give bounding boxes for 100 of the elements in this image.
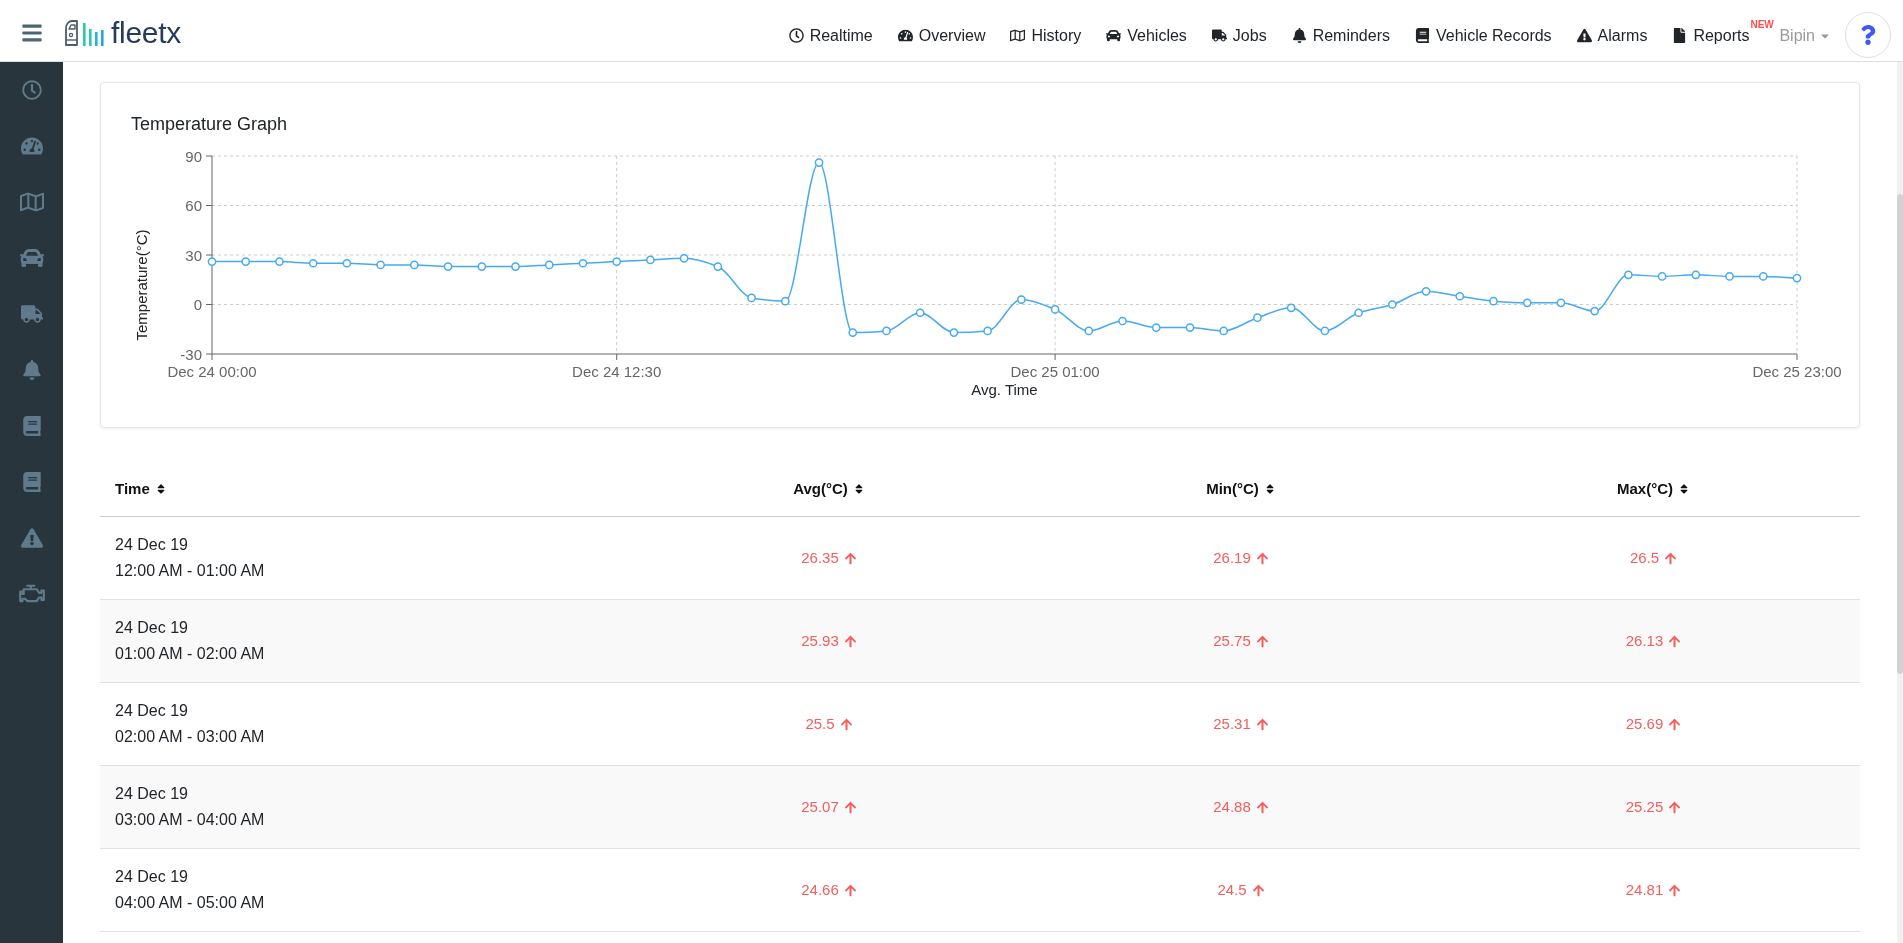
nav-link[interactable]: Overview (897, 26, 986, 45)
temperature-value: 25.69 (1625, 714, 1664, 734)
help-button[interactable] (1845, 11, 1891, 58)
axis-title: Avg. Time (971, 380, 1038, 398)
data-point (511, 262, 520, 271)
data-point (646, 255, 655, 265)
warning-icon (1576, 28, 1592, 43)
nav-link[interactable]: Reports (1672, 26, 1750, 45)
scrollbar-thumb[interactable] (1897, 194, 1903, 674)
temperature-value: 26.19 (1213, 548, 1251, 568)
new-label: NEW (1749, 18, 1774, 30)
data-point (376, 260, 385, 270)
data-point (1151, 323, 1161, 332)
data-point (679, 253, 689, 263)
warning-icon[interactable] (20, 527, 43, 549)
temperature-value: 25.31 (1213, 714, 1251, 734)
temperature-value: 24.5 (1217, 880, 1247, 900)
data-point (1286, 303, 1296, 313)
temperature-value: 25.5 (805, 714, 835, 734)
menu-icon[interactable] (20, 22, 43, 44)
nav-link[interactable]: Vehicles (1106, 26, 1187, 45)
temperature-value: 25.25 (1625, 797, 1664, 817)
temperature-value: 26.5 (1629, 548, 1660, 568)
chart-title: Temperature Graph (131, 113, 289, 136)
map-icon (1010, 28, 1026, 43)
car-icon (1106, 28, 1122, 43)
data-point (410, 260, 419, 270)
clock-icon (788, 28, 804, 43)
date-text: 24 Dec 19 (115, 618, 189, 638)
clock-icon[interactable] (21, 80, 42, 100)
nav-link[interactable]: Vehicle Records (1415, 26, 1552, 45)
column-header[interactable]: Min(°C) (1206, 479, 1276, 499)
data-point (814, 158, 824, 167)
data-point (443, 262, 453, 271)
nav-link[interactable]: Reminders (1291, 26, 1390, 45)
data-point (1556, 298, 1566, 308)
data-point (1489, 296, 1498, 306)
data-point (1590, 306, 1599, 316)
gauge-icon[interactable] (20, 135, 43, 157)
data-point (1725, 272, 1734, 281)
data-point (1387, 300, 1397, 309)
book-icon[interactable] (21, 416, 42, 436)
logo-text: fleetx (111, 16, 181, 50)
column-header[interactable]: Time (115, 479, 167, 499)
data-point (1657, 272, 1667, 281)
time-range-text: 03:00 AM - 04:00 AM (115, 810, 266, 830)
time-range-text: 01:00 AM - 02:00 AM (115, 644, 266, 664)
logo-icon (63, 18, 107, 48)
document-icon (1672, 28, 1688, 43)
book-icon[interactable] (21, 472, 42, 492)
data-point (578, 258, 588, 268)
temperature-value: 25.75 (1213, 631, 1251, 651)
nav-link[interactable]: Alarms (1576, 26, 1648, 45)
time-range-text: 04:00 AM - 05:00 AM (115, 893, 266, 913)
data-point (848, 328, 858, 337)
data-point (915, 308, 925, 318)
nav-link[interactable]: History (1010, 26, 1082, 45)
column-header[interactable]: Avg(°C) (793, 479, 865, 499)
data-point (780, 296, 790, 306)
temperature-value: 24.81 (1625, 880, 1664, 900)
axis-tick-label: Dec 25 01:00 (1010, 362, 1100, 380)
data-point (342, 258, 352, 268)
data-point (544, 260, 554, 270)
data-point (1084, 326, 1094, 336)
time-range-text: 12:00 AM - 01:00 AM (115, 561, 266, 581)
data-point (1050, 305, 1060, 314)
book-icon (1415, 28, 1430, 43)
data-point (1421, 286, 1431, 296)
temperature-value: 25.93 (801, 631, 839, 651)
date-text: 24 Dec 19 (115, 701, 189, 721)
date-text: 24 Dec 19 (115, 784, 189, 804)
axis-tick-label: Dec 25 23:00 (1752, 362, 1842, 380)
data-point (1253, 313, 1262, 323)
nav-link[interactable]: Jobs (1211, 26, 1267, 45)
data-point (477, 262, 487, 271)
data-point (308, 258, 318, 268)
data-point (1118, 316, 1127, 326)
data-point (1320, 326, 1330, 336)
data-point (1185, 323, 1195, 332)
data-point (1455, 291, 1465, 301)
data-point (1017, 295, 1026, 304)
bell-icon (1291, 28, 1307, 43)
nav-link[interactable]: Realtime (788, 26, 873, 45)
truck-icon (1211, 28, 1227, 43)
map-icon[interactable] (19, 190, 44, 214)
truck-icon[interactable] (20, 303, 43, 325)
column-header[interactable]: Max(°C) (1617, 479, 1690, 499)
data-point (1219, 326, 1229, 336)
axis-tick-label: 0 (193, 296, 202, 313)
bell-icon[interactable] (21, 360, 42, 380)
axis-tick-label: 30 (185, 246, 202, 264)
axis-tick-label: 90 (185, 147, 202, 165)
temperature-value: 24.88 (1213, 797, 1251, 817)
temperature-value: 25.07 (801, 797, 839, 817)
data-point (882, 326, 891, 336)
car-icon[interactable] (19, 246, 44, 270)
data-point (713, 262, 723, 271)
axis-tick-label: 60 (185, 197, 202, 214)
axis-tick-label: Dec 24 12:30 (572, 362, 662, 380)
data-point (949, 328, 959, 337)
